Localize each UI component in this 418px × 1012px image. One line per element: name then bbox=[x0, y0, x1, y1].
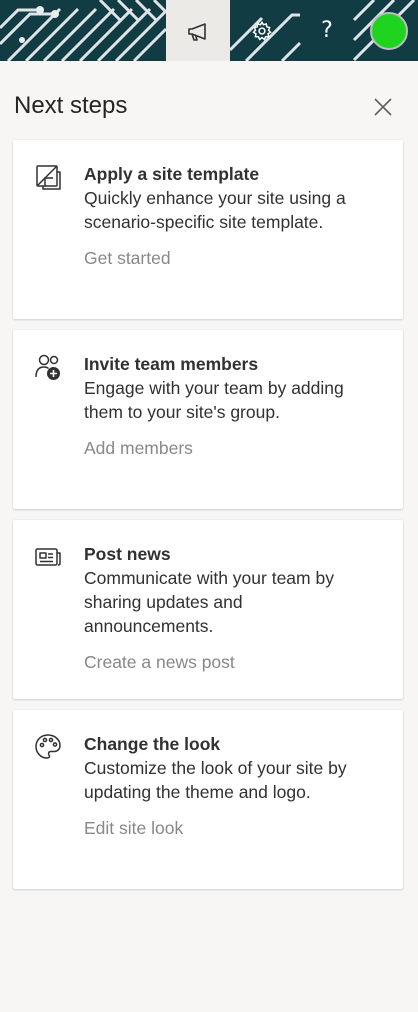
account-button[interactable] bbox=[360, 0, 418, 61]
add-members-link[interactable]: Add members bbox=[84, 436, 193, 460]
avatar bbox=[370, 11, 408, 50]
card-title: Change the look bbox=[84, 734, 221, 754]
card-title: Invite team members bbox=[84, 354, 259, 374]
edit-site-look-link[interactable]: Edit site look bbox=[84, 816, 183, 840]
card-description: Customize the look of your site by updat… bbox=[84, 758, 347, 802]
card-apply-site-template: Apply a site template Quickly enhance yo… bbox=[13, 140, 403, 319]
panel-title: Next steps bbox=[14, 92, 128, 119]
card-description: Communicate with your team by sharing up… bbox=[84, 568, 334, 636]
template-icon bbox=[36, 165, 61, 190]
card-title: Post news bbox=[84, 544, 171, 564]
next-steps-list: Apply a site template Quickly enhance yo… bbox=[13, 140, 403, 900]
close-button[interactable] bbox=[368, 92, 398, 122]
megaphone-icon bbox=[188, 22, 206, 41]
add-people-icon bbox=[35, 354, 60, 380]
card-post-news: Post news Communicate with your team by … bbox=[13, 520, 403, 699]
close-icon bbox=[374, 98, 392, 116]
suite-header: ? bbox=[0, 0, 418, 61]
create-news-post-link[interactable]: Create a news post bbox=[84, 650, 235, 674]
help-icon: ? bbox=[321, 17, 333, 43]
whats-new-button[interactable] bbox=[166, 0, 230, 61]
get-started-link[interactable]: Get started bbox=[84, 246, 171, 270]
card-invite-team-members: Invite team members Engage with your tea… bbox=[13, 330, 403, 509]
card-description: Quickly enhance your site using a scenar… bbox=[84, 188, 346, 232]
news-icon bbox=[35, 548, 61, 566]
gear-icon bbox=[252, 20, 272, 41]
settings-button[interactable] bbox=[236, 0, 288, 61]
palette-icon bbox=[35, 734, 61, 759]
card-change-the-look: Change the look Customize the look of yo… bbox=[13, 710, 403, 889]
help-button[interactable]: ? bbox=[300, 0, 354, 61]
card-title: Apply a site template bbox=[84, 164, 260, 184]
card-description: Engage with your team by adding them to … bbox=[84, 378, 344, 422]
